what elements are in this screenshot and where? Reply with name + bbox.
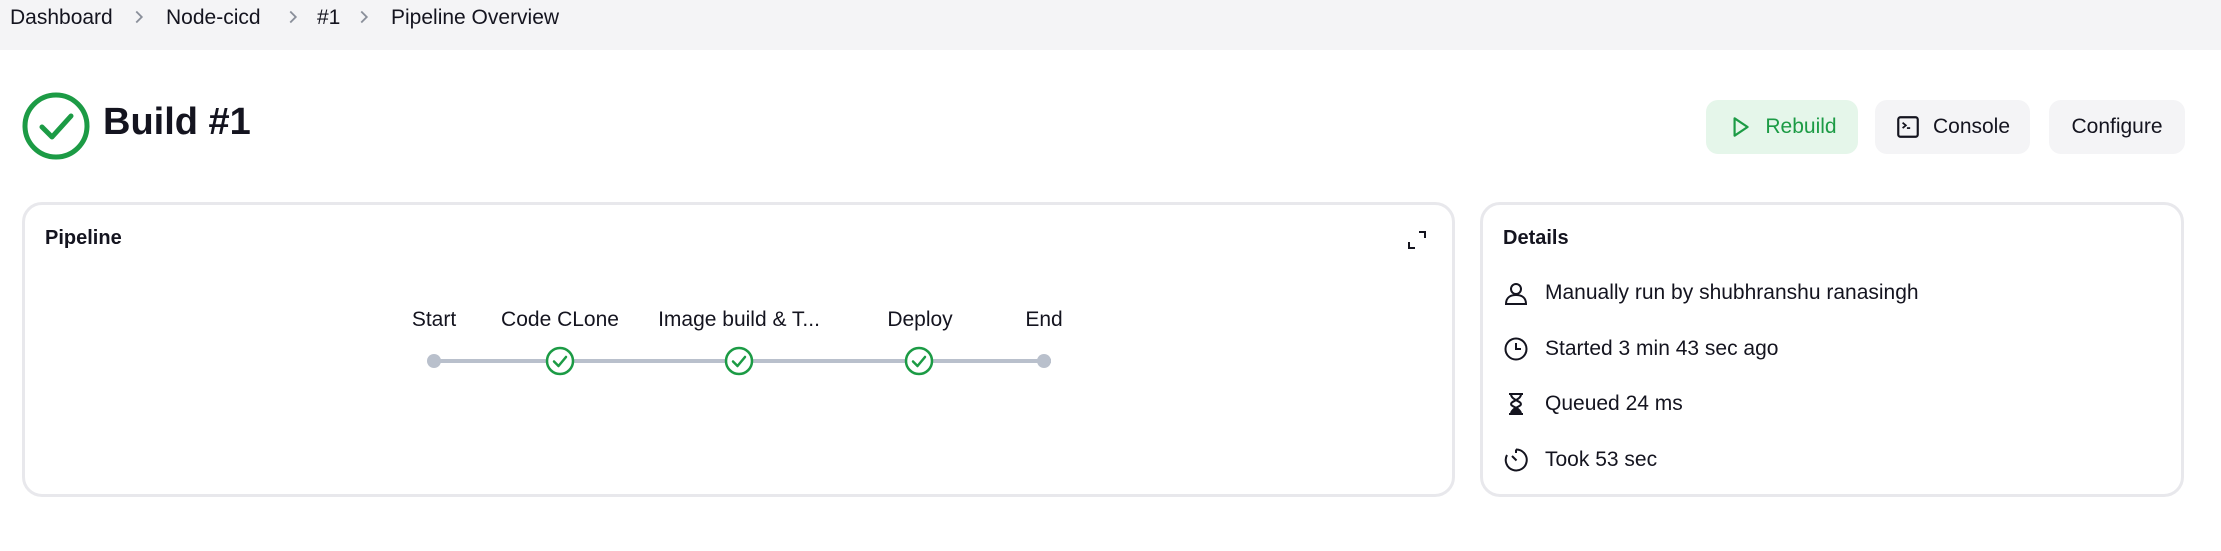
- detail-row-duration: Took 53 sec: [1503, 445, 1657, 475]
- configure-button[interactable]: Configure: [2049, 100, 2185, 154]
- breadcrumb-pipeline-overview[interactable]: Pipeline Overview: [391, 3, 559, 33]
- detail-text: Took 53 sec: [1545, 448, 1658, 471]
- detail-row-queued: Queued 24 ms: [1503, 389, 1683, 419]
- detail-row-started: Started 3 min 43 sec ago: [1503, 334, 1778, 364]
- stage-success-icon[interactable]: [724, 346, 754, 376]
- details-card: Details Manually run by shubhranshu rana…: [1480, 202, 2184, 497]
- success-check-icon: [22, 92, 90, 160]
- pipeline-card: Pipeline Start Code CLone Image build & …: [22, 202, 1455, 497]
- chevron-right-icon: [282, 6, 304, 28]
- page-title: Build #1: [103, 101, 251, 143]
- details-title: Details: [1503, 227, 1569, 249]
- pipeline-title: Pipeline: [45, 227, 122, 249]
- breadcrumb: Dashboard Node-cicd #1 Pipeline Overview: [0, 0, 2221, 50]
- stage-label-deploy: Deploy: [887, 308, 953, 331]
- stage-node-end: [1037, 354, 1051, 368]
- detail-text: Queued 24 ms: [1545, 392, 1683, 415]
- chevron-right-icon: [128, 6, 150, 28]
- user-icon: [1503, 280, 1529, 306]
- breadcrumb-build[interactable]: #1: [317, 3, 340, 33]
- detail-text: Manually run by shubhranshu ranasingh: [1545, 281, 1919, 304]
- stage-success-icon[interactable]: [904, 346, 934, 376]
- stage-label-end: End: [1025, 308, 1063, 331]
- stage-label-code-clone: Code CLone: [501, 308, 619, 331]
- hourglass-icon: [1503, 391, 1529, 417]
- chevron-right-icon: [353, 6, 375, 28]
- rebuild-label: Rebuild: [1765, 115, 1837, 138]
- rebuild-button[interactable]: Rebuild: [1706, 100, 1858, 154]
- stage-node-start: [427, 354, 441, 368]
- console-button[interactable]: Console: [1875, 100, 2030, 154]
- expand-icon[interactable]: [1406, 229, 1428, 251]
- timer-icon: [1503, 447, 1529, 473]
- console-label: Console: [1932, 115, 2011, 138]
- detail-row-trigger: Manually run by shubhranshu ranasingh: [1503, 278, 1919, 308]
- detail-text: Started 3 min 43 sec ago: [1545, 337, 1779, 360]
- play-icon: [1727, 114, 1765, 140]
- breadcrumb-node-cicd[interactable]: Node-cicd: [166, 3, 261, 33]
- terminal-icon: [1895, 114, 1933, 140]
- stage-label-start: Start: [411, 308, 457, 331]
- breadcrumb-dashboard[interactable]: Dashboard: [10, 3, 113, 33]
- clock-icon: [1503, 336, 1529, 362]
- stage-success-icon[interactable]: [545, 346, 575, 376]
- stage-label-image-build: Image build & T...: [658, 308, 820, 331]
